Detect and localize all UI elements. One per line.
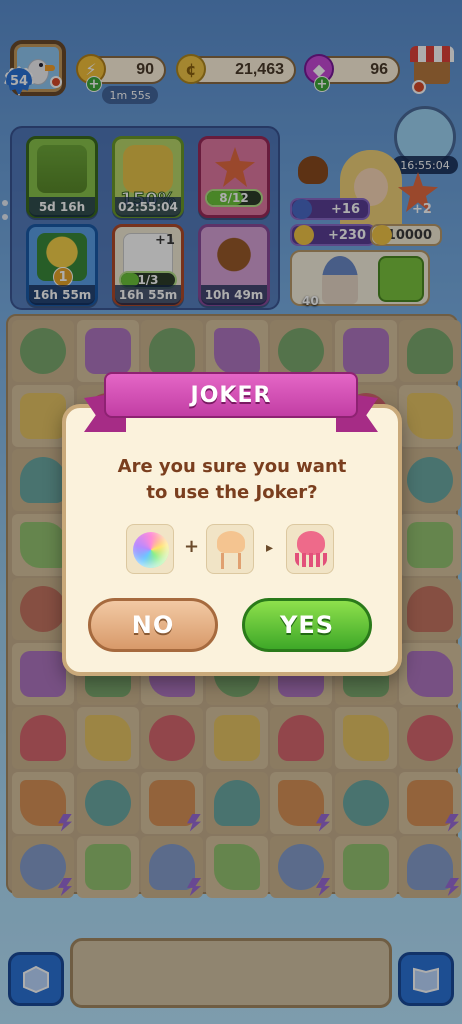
rainbow-orb-icon: [133, 532, 169, 568]
dialog-question-line2: to use the Joker?: [146, 482, 318, 503]
yes-button[interactable]: YES: [242, 598, 372, 652]
dialog-question: Are you sure you want to use the Joker?: [62, 454, 402, 506]
octopus-icon: [297, 531, 325, 555]
no-button[interactable]: NO: [88, 598, 218, 652]
arrow-right-icon: ▸: [266, 540, 274, 556]
result-item-slot: [286, 524, 334, 574]
dialog-question-line1: Are you sure you want: [117, 456, 347, 477]
jellyfish-icon: [217, 531, 245, 553]
dialog-title: JOKER: [104, 372, 358, 418]
joker-orb-slot: [126, 524, 174, 574]
plus-symbol: +: [184, 536, 200, 557]
source-item-slot: [206, 524, 254, 574]
